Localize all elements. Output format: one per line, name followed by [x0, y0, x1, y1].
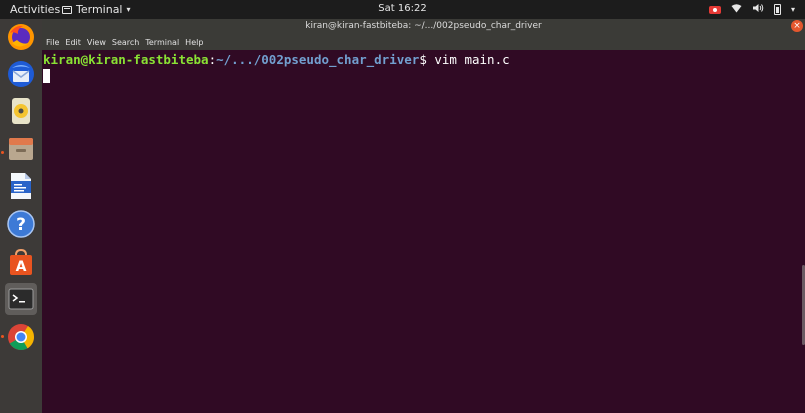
svg-text:A: A — [16, 259, 27, 275]
prompt-user-host: kiran@kiran-fastbiteba — [43, 52, 209, 67]
clock[interactable]: Sat 16:22 — [0, 3, 805, 14]
running-indicator — [1, 151, 4, 154]
menu-bar: File Edit View Search Terminal Help — [42, 34, 805, 50]
rhythmbox-icon — [12, 98, 30, 124]
dock-firefox[interactable] — [5, 21, 37, 53]
terminal-window: kiran@kiran-fastbiteba: ~/.../002pseudo_… — [42, 19, 805, 413]
prompt-symbol: $ — [419, 52, 435, 67]
terminal-cursor — [43, 69, 50, 83]
terminal-icon — [8, 288, 34, 310]
chrome-icon — [8, 324, 35, 351]
dock-writer[interactable] — [5, 170, 37, 202]
dock-files[interactable] — [5, 133, 37, 165]
dock-chrome[interactable] — [5, 321, 37, 353]
libreoffice-writer-icon — [11, 173, 31, 199]
running-indicator — [1, 335, 4, 338]
dock: ? A — [0, 19, 42, 413]
dock-help[interactable]: ? — [5, 208, 37, 240]
power-menu-icon[interactable]: ▾ — [791, 5, 795, 14]
help-icon: ? — [7, 210, 35, 238]
network-icon[interactable] — [731, 3, 742, 16]
window-title: kiran@kiran-fastbiteba: ~/.../002pseudo_… — [305, 21, 542, 31]
system-tray[interactable]: ▾ — [708, 3, 795, 16]
dock-thunderbird[interactable] — [5, 58, 37, 90]
dock-terminal[interactable] — [5, 283, 37, 315]
close-icon[interactable]: × — [791, 20, 803, 32]
firefox-icon — [8, 24, 34, 50]
prompt-separator: : — [208, 52, 217, 67]
menu-terminal[interactable]: Terminal — [145, 38, 179, 47]
software-center-icon: A — [10, 248, 32, 275]
menu-help[interactable]: Help — [185, 38, 203, 47]
window-titlebar[interactable]: kiran@kiran-fastbiteba: ~/.../002pseudo_… — [42, 19, 805, 34]
top-bar: Activities Terminal ▾ Sat 16:22 ▾ — [0, 0, 805, 19]
files-icon — [9, 138, 33, 160]
menu-view[interactable]: View — [87, 38, 106, 47]
menu-file[interactable]: File — [46, 38, 59, 47]
svg-text:?: ? — [16, 215, 26, 235]
dock-rhythmbox[interactable] — [5, 95, 37, 127]
prompt-line: kiran@kiran-fastbiteba:~/.../002pseudo_c… — [43, 52, 805, 67]
menu-search[interactable]: Search — [112, 38, 139, 47]
menu-edit[interactable]: Edit — [65, 38, 81, 47]
volume-icon[interactable] — [752, 3, 764, 16]
dock-software[interactable]: A — [5, 246, 37, 278]
prompt-path: ~/.../002pseudo_char_driver — [216, 52, 420, 67]
thunderbird-icon — [8, 61, 34, 87]
battery-icon[interactable] — [773, 4, 781, 15]
terminal-output[interactable]: kiran@kiran-fastbiteba:~/.../002pseudo_c… — [42, 50, 805, 413]
command-text: vim main.c — [434, 52, 510, 67]
screen-record-icon[interactable] — [708, 5, 721, 14]
